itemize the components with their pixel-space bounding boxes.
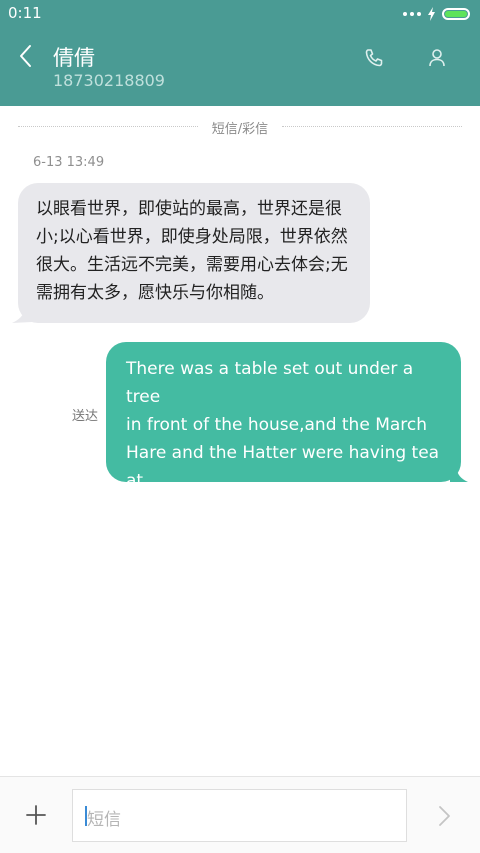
message-line: 小;以心看世界，即使身处局限，世界依然 xyxy=(36,227,348,247)
plus-icon[interactable] xyxy=(24,803,48,827)
back-icon[interactable] xyxy=(14,42,38,70)
message-input-placeholder: 短信 xyxy=(87,810,121,830)
message-line: 很大。生活远不完美，需要用心去体会;无 xyxy=(36,255,348,275)
incoming-bubble-tail xyxy=(12,310,32,323)
message-line: 以眼看世界，即使站的最高，世界还是很 xyxy=(36,199,342,219)
separator-line-right xyxy=(282,126,462,127)
message-line: it. xyxy=(126,499,143,519)
composer-bar: 短信 xyxy=(0,776,480,853)
conversation-header: 倩倩 18730218809 xyxy=(0,28,480,106)
outgoing-message-bubble[interactable]: There was a table set out under a tree i… xyxy=(106,342,461,519)
phone-icon[interactable] xyxy=(362,46,386,70)
contact-number: 18730218809 xyxy=(53,71,165,90)
charging-icon xyxy=(428,7,435,21)
delivery-status: 送达 xyxy=(72,409,99,424)
message-timestamp: 6-13 13:49 xyxy=(33,155,105,170)
message-line: There was a table set out under a tree xyxy=(126,359,414,407)
message-line: 需拥有太多，愿快乐与你相随。 xyxy=(36,283,274,303)
status-icons xyxy=(403,5,470,23)
outgoing-bubble-tail xyxy=(450,469,468,482)
incoming-message-bubble[interactable]: 以眼看世界，即使站的最高，世界还是很 小;以心看世界，即使身处局限，世界依然 很… xyxy=(18,183,370,323)
message-line: in front of the house,and the March xyxy=(126,415,428,435)
send-icon[interactable] xyxy=(434,804,454,828)
contact-name: 倩倩 xyxy=(53,46,95,70)
channel-label: 短信/彩信 xyxy=(211,122,269,137)
message-input[interactable]: 短信 xyxy=(72,789,407,842)
status-time: 0:11 xyxy=(8,4,42,22)
battery-icon xyxy=(442,8,470,20)
contact-icon[interactable] xyxy=(425,46,449,70)
status-bar: 0:11 xyxy=(0,0,480,28)
message-line: Hare and the Hatter were having tea at xyxy=(126,443,440,491)
channel-separator: 短信/彩信 xyxy=(18,118,462,137)
signal-dots-icon xyxy=(403,12,421,16)
